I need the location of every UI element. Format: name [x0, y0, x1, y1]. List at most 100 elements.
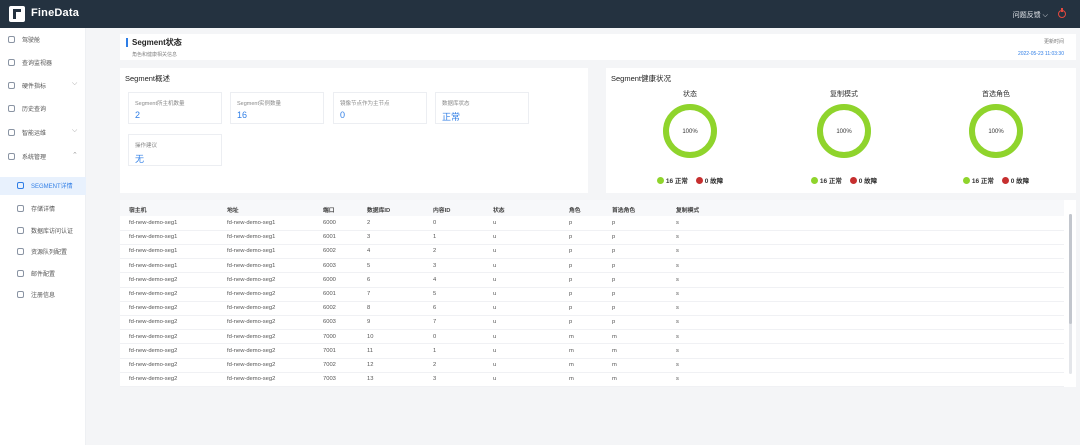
table-row[interactable]: fd-new-demo-seg2 fd-new-demo-seg2 7001 11 1 u… [120, 344, 1064, 359]
sidebar-item-storage[interactable]: 存储详情 [0, 200, 86, 218]
table-row[interactable]: fd-new-demo-seg2 fd-new-demo-seg2 7003 13 3 u… [120, 372, 1064, 387]
stat-label: 操作建议 [135, 143, 158, 149]
sidebar-item-cockpit[interactable]: 驾驶舱 [0, 31, 86, 49]
dashboard-icon [8, 36, 15, 43]
sidebar-item-mail[interactable]: 邮件配置 [0, 265, 86, 283]
power-icon[interactable] [1058, 8, 1066, 18]
fault-count: 0 故障 [1010, 178, 1030, 185]
donut-percent: 100% [988, 129, 1004, 135]
table-cell: s [676, 376, 679, 383]
sidebar-item-label: 资源队列配置 [31, 250, 68, 256]
table-cell: u [493, 220, 497, 226]
column-header[interactable]: 状态 [493, 205, 505, 214]
table-cell: 7 [367, 291, 371, 297]
table-cell: p [569, 276, 573, 283]
table-cell: s [676, 262, 679, 269]
table-cell: s [676, 347, 679, 354]
table-cell: 11 [367, 347, 374, 354]
table-cell: u [493, 319, 497, 326]
table-row[interactable]: fd-new-demo-seg2 fd-new-demo-seg2 7002 12 2 u… [120, 358, 1064, 373]
sidebar-item-segment[interactable]: SEGMENT详情 [0, 177, 86, 195]
normal-count: 16 正常 [665, 178, 688, 185]
table-cell: 4 [433, 276, 437, 283]
table-cell: s [676, 333, 679, 340]
table-cell: fd-new-demo-seg1 [227, 220, 276, 226]
sidebar-item-label: 系统管理 [22, 155, 47, 161]
stat-value: 正常 [442, 112, 461, 122]
table-cell: 6000 [323, 220, 336, 226]
table-cell: p [569, 234, 573, 241]
table-row[interactable]: fd-new-demo-seg1 fd-new-demo-seg1 6002 4 2 u p… [120, 244, 1064, 260]
gauge-title: 状态 [683, 91, 697, 98]
table-cell: fd-new-demo-seg2 [129, 305, 178, 312]
table-cell: fd-new-demo-seg2 [227, 376, 276, 383]
column-header[interactable]: 首选角色 [612, 205, 635, 214]
column-header[interactable]: 端口 [323, 205, 335, 214]
sidebar-item-smart-ops[interactable]: 智能运维 ⌵ [0, 124, 86, 142]
segment-table: 宿主机 地址 端口 数据库ID 内容ID 状态 角色 首选角色 复制模式 fd-… [120, 200, 1076, 387]
table-cell: u [493, 291, 497, 297]
table-cell: p [612, 291, 616, 297]
sidebar-item-auth[interactable]: 数据库访问认证 [0, 222, 86, 240]
table-cell: p [569, 305, 573, 312]
table-cell: p [612, 234, 616, 241]
column-header[interactable]: 宿主机 [129, 205, 146, 214]
gauge-legend: 16 正常 0 故障 [620, 175, 760, 185]
table-cell: s [676, 362, 679, 368]
table-cell: p [569, 220, 573, 226]
page-header: Segment状态 角色和健康相关信息 更新时间 2022-05-23 11:0… [120, 34, 1076, 60]
table-cell: 10 [367, 333, 374, 340]
table-cell: p [612, 276, 616, 283]
table-cell: 7003 [323, 376, 336, 383]
table-row[interactable]: fd-new-demo-seg2 fd-new-demo-seg2 6001 7 5 u p… [120, 287, 1064, 302]
table-cell: s [676, 291, 679, 297]
table-row[interactable]: fd-new-demo-seg1 fd-new-demo-seg1 6001 3 1 u p… [120, 230, 1064, 245]
table-cell: s [676, 305, 679, 312]
column-header[interactable]: 数据库ID [367, 205, 390, 214]
table-row[interactable]: fd-new-demo-seg2 fd-new-demo-seg2 6000 6 4 u p… [120, 273, 1064, 288]
table-cell: fd-new-demo-seg2 [227, 347, 276, 354]
table-cell: fd-new-demo-seg1 [227, 248, 276, 255]
table-cell: s [676, 248, 679, 255]
feedback-menu[interactable]: 问题反馈 ⌵ [1013, 10, 1048, 20]
page-subtitle: 角色和健康相关信息 [132, 52, 178, 58]
column-header[interactable]: 内容ID [433, 205, 450, 214]
page-title: Segment状态 [132, 38, 182, 47]
column-header[interactable]: 地址 [227, 205, 239, 214]
donut-percent: 100% [836, 129, 852, 135]
table-cell: u [493, 347, 497, 354]
table-cell: 6003 [323, 262, 336, 269]
stat-value: 2 [135, 110, 141, 120]
table-scrollbar[interactable] [1069, 214, 1072, 374]
column-header[interactable]: 角色 [569, 205, 581, 214]
top-bar: FineData 问题反馈 ⌵ [0, 0, 1080, 28]
table-cell: p [612, 248, 616, 255]
table-cell: 2 [433, 362, 437, 368]
table-row[interactable]: fd-new-demo-seg2 fd-new-demo-seg2 7000 10 0 u… [120, 330, 1064, 345]
table-cell: fd-new-demo-seg2 [129, 376, 178, 383]
normal-dot-icon [656, 177, 664, 184]
table-cell: 6001 [323, 291, 336, 297]
table-row[interactable]: fd-new-demo-seg2 fd-new-demo-seg2 6002 8 6 u p… [120, 301, 1064, 316]
table-cell: fd-new-demo-seg2 [227, 362, 276, 368]
sidebar-item-query-monitor[interactable]: 查询监视器 [0, 54, 86, 72]
table-row[interactable]: fd-new-demo-seg1 fd-new-demo-seg1 6003 5 3 u p… [120, 259, 1064, 274]
sidebar-item-system[interactable]: 系统管理 ⌃ [0, 148, 86, 166]
sidebar-item-hardware[interactable]: 硬件指标 ⌵ [0, 77, 86, 95]
table-cell: fd-new-demo-seg1 [227, 262, 276, 269]
chevron-down-icon: ⌵ [72, 80, 78, 87]
column-header[interactable]: 复制模式 [676, 205, 699, 214]
card-title: Segment概述 [125, 74, 171, 83]
stat-suggestion: 操作建议 无 [128, 134, 222, 166]
fault-dot-icon [1001, 177, 1009, 184]
table-row[interactable]: fd-new-demo-seg1 fd-new-demo-seg1 6000 2 0 u p… [120, 216, 1064, 231]
table-row[interactable]: fd-new-demo-seg2 fd-new-demo-seg2 6003 9 7 u p… [120, 315, 1064, 331]
table-cell: 6001 [323, 234, 336, 241]
table-cell: 6 [367, 276, 371, 283]
sidebar-item-register[interactable]: 注册信息 [0, 286, 86, 304]
sidebar-item-label: 邮件配置 [31, 272, 56, 278]
sidebar-item-queue[interactable]: 资源队列配置 [0, 243, 86, 261]
segment-icon [17, 182, 24, 189]
sidebar-item-history[interactable]: 历史查询 [0, 100, 86, 118]
scrollbar-thumb[interactable] [1069, 214, 1072, 324]
